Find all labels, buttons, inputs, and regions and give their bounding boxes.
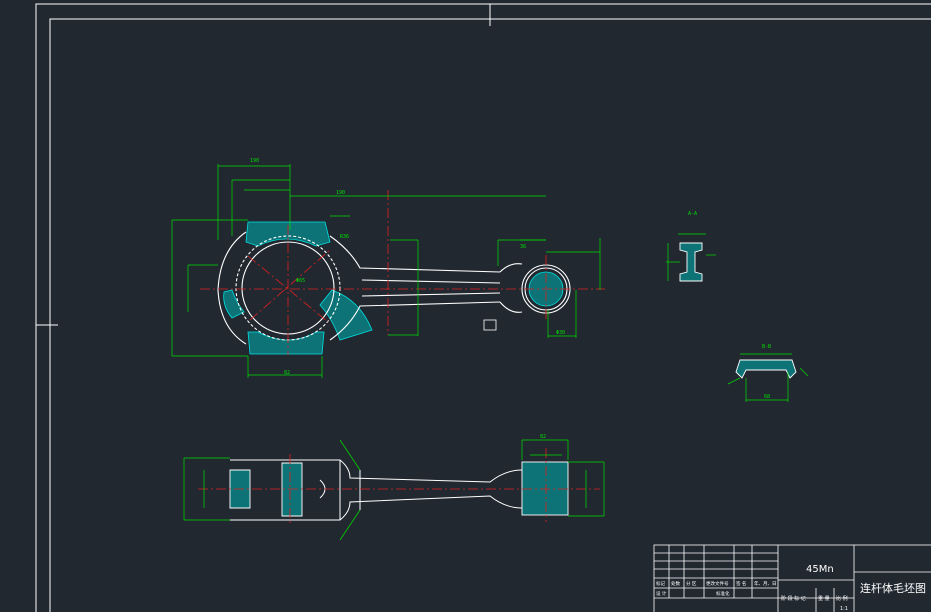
header-signature: 签 名 xyxy=(736,580,746,587)
header-zone: 分 区 xyxy=(686,580,697,587)
cad-drawing: 190 190 82 Φ65 36 Φ30 R36 A-A B-B 68 82 … xyxy=(35,3,931,612)
scale-value: 1:1 xyxy=(840,606,848,612)
weight-label: 重 量 xyxy=(818,595,830,602)
dim-big-end-width: 82 xyxy=(284,370,290,376)
stage-mark-label: 阶 段 标 记 xyxy=(781,595,806,602)
section-a-label: A-A xyxy=(688,211,697,217)
header-count: 处数 xyxy=(671,580,680,587)
drawing-title: 连杆体毛坯图 xyxy=(860,581,926,595)
front-view: 190 190 82 Φ65 36 Φ30 R36 xyxy=(171,158,605,378)
dim-center-distance: 190 xyxy=(336,190,345,196)
header-change-doc: 更改文件号 xyxy=(706,580,729,587)
section-a-a: A-A xyxy=(666,211,716,282)
header-date: 年、月、日 xyxy=(754,580,777,587)
row-designer: 设 计 xyxy=(656,590,667,597)
sheet-border xyxy=(35,3,931,612)
dim-small-end-width: 36 xyxy=(520,244,526,250)
dim-flange-width: 68 xyxy=(764,394,770,400)
header-mark: 标记 xyxy=(656,580,665,587)
section-b-label: B-B xyxy=(762,344,771,350)
material-label: 45Mn xyxy=(806,564,834,575)
row-standardization: 标准化 xyxy=(716,590,730,597)
top-view: 82 xyxy=(183,434,605,541)
dim-top-width: 82 xyxy=(540,434,546,440)
dim-small-bore: Φ30 xyxy=(556,330,565,336)
section-b-b: B-B 68 xyxy=(727,344,809,402)
dim-main-length: 190 xyxy=(250,158,259,164)
cad-drawing-canvas[interactable]: 190 190 82 Φ65 36 Φ30 R36 A-A B-B 68 82 … xyxy=(0,0,931,612)
dim-big-bore: Φ65 xyxy=(296,278,305,284)
dim-radius: R36 xyxy=(340,234,349,240)
scale-label: 比 例 xyxy=(836,595,848,602)
